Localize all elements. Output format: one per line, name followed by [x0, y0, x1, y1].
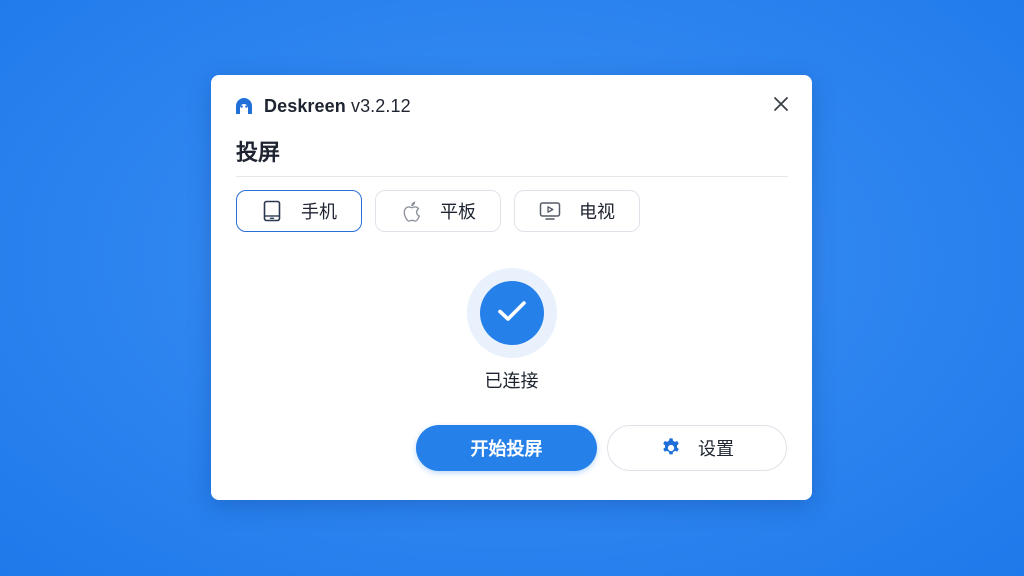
status-ring — [466, 268, 557, 358]
settings-button[interactable]: 设置 — [607, 425, 787, 471]
tablet-icon — [261, 200, 283, 222]
app-version: v3.2.12 — [350, 95, 411, 116]
connection-status: 已连接 — [211, 268, 812, 393]
status-text: 已连接 — [484, 371, 539, 392]
start-cast-button[interactable]: 开始投屏 — [416, 425, 597, 471]
tv-icon — [539, 200, 561, 222]
check-icon — [497, 299, 527, 327]
apple-icon — [400, 200, 422, 222]
tab-label: 平板 — [440, 202, 476, 223]
section-title: 投屏 — [236, 141, 281, 166]
tab-label: 电视 — [579, 202, 615, 223]
cast-dialog: Deskreen v3.2.12 投屏 手机 平板 电视 已连接 开始投屏 设置 — [211, 75, 812, 500]
gear-icon — [660, 437, 682, 459]
tab-tablet[interactable]: 平板 — [375, 190, 501, 232]
status-circle — [479, 281, 544, 345]
tab-label: 手机 — [301, 202, 337, 223]
device-tabs: 手机 平板 电视 — [236, 190, 640, 232]
tab-tv[interactable]: 电视 — [514, 190, 640, 232]
app-name: Deskreen — [264, 95, 346, 116]
settings-label: 设置 — [698, 439, 734, 460]
app-title: Deskreen v3.2.12 — [264, 96, 411, 117]
divider — [236, 176, 788, 177]
title-bar: Deskreen v3.2.12 — [233, 94, 411, 118]
deskreen-logo-icon — [233, 95, 255, 117]
close-icon — [773, 96, 789, 116]
tab-phone[interactable]: 手机 — [236, 190, 362, 232]
close-button[interactable] — [770, 95, 792, 117]
